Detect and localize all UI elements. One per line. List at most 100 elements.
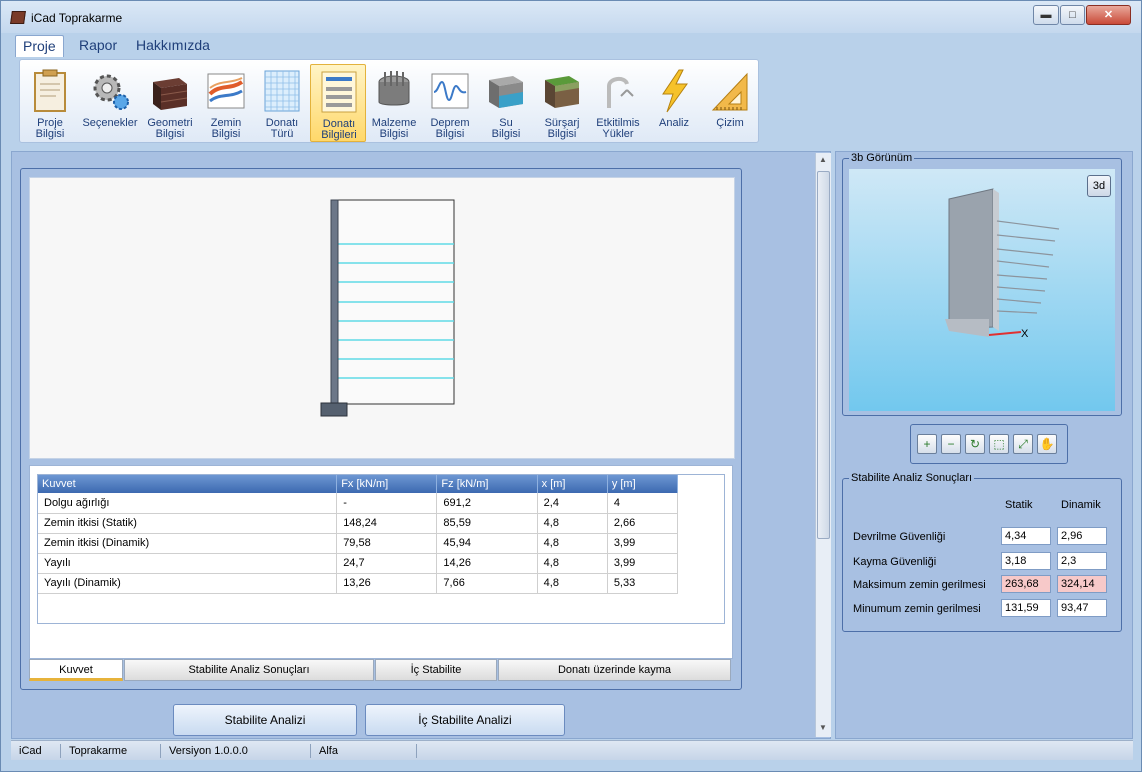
column-header[interactable]: x [m] <box>537 475 608 493</box>
ribbon-cizim-button[interactable]: Çizim <box>702 64 758 142</box>
minimize-button[interactable]: ▬ <box>1033 5 1059 25</box>
gears-icon <box>93 74 129 110</box>
wall-3d-model: X <box>945 188 1060 340</box>
main-vertical-scrollbar[interactable]: ▲ ▼ <box>815 153 831 737</box>
dynamic-header: Dinamik <box>1061 499 1101 511</box>
pan-hand-icon[interactable]: ✋ <box>1037 434 1057 454</box>
ribbon-deprem-bilgisi-button[interactable]: Deprem Bilgisi <box>422 64 478 142</box>
leveling-pad <box>320 402 348 417</box>
table-row[interactable]: Dolgu ağırlığı - 691,2 2,4 4 <box>38 493 679 514</box>
zoom-out-icon[interactable]: − <box>941 434 961 454</box>
column-header[interactable]: Kuvvet <box>38 475 338 493</box>
ribbon-analiz-button[interactable]: Analiz <box>646 64 702 142</box>
menu-proje[interactable]: Proje <box>15 35 64 57</box>
ribbon-label: Yükler <box>602 128 634 140</box>
column-header[interactable]: Fx [kN/m] <box>336 475 438 493</box>
table-cell: - <box>336 493 438 514</box>
tab-ic-stabilite[interactable]: İç Stabilite <box>375 659 497 681</box>
table-cell: 3,99 <box>607 553 679 574</box>
status-version: Versiyon 1.0.0.0 <box>161 744 311 758</box>
ribbon-label: Çizim <box>716 117 744 129</box>
tab-donati-uzerinde-kayma[interactable]: Donatı üzerinde kayma <box>498 659 731 681</box>
title-bar: iCad Toprakarme ▬ □ ✕ <box>1 1 1141 33</box>
table-cell: 85,59 <box>436 513 538 534</box>
clipboard-icon <box>34 69 66 112</box>
ribbon-etkitilmis-yukler-button[interactable]: Etkitilmis Yükler <box>590 64 646 142</box>
grid-strips <box>996 220 1060 314</box>
results-group: Kuvvet Fx [kN/m] Fz [kN/m] x [m] y [m] D… <box>20 168 742 690</box>
ribbon-secenekler-button[interactable]: Seçenekler <box>82 64 138 142</box>
scroll-down-icon[interactable]: ▼ <box>819 723 827 732</box>
view3d-mode-button[interactable]: 3d <box>1087 175 1111 197</box>
ribbon-label: Analiz <box>659 117 689 129</box>
table-cell: 45,94 <box>436 533 538 554</box>
table-row[interactable]: Yayılı (Dinamik) 13,26 7,66 4,8 5,33 <box>38 573 679 594</box>
zoom-in-icon[interactable]: + <box>917 434 937 454</box>
ribbon-donati-bilgileri-button[interactable]: Donatı Bilgileri <box>310 64 366 142</box>
section-drawing[interactable] <box>29 177 735 459</box>
column-header[interactable]: y [m] <box>607 475 679 493</box>
ribbon-sursarj-bilgisi-button[interactable]: Sürşarj Bilgisi <box>534 64 590 142</box>
sliding-static-value: 3,18 <box>1001 552 1051 570</box>
table-cell: 4,8 <box>537 553 608 574</box>
main-panel: Kuvvet Fx [kN/m] Fz [kN/m] x [m] y [m] D… <box>11 151 831 739</box>
tab-kuvvet[interactable]: Kuvvet <box>29 659 123 681</box>
app-window: iCad Toprakarme ▬ □ ✕ Proje Rapor Hakkım… <box>0 0 1142 772</box>
x-axis <box>988 331 1022 336</box>
status-stage: Alfa <box>311 744 417 758</box>
ribbon-su-bilgisi-button[interactable]: Su Bilgisi <box>478 64 534 142</box>
wall-section-svg <box>320 199 455 417</box>
menu-rapor[interactable]: Rapor <box>72 35 124 57</box>
ribbon-label: Bilgisi <box>547 128 577 140</box>
tab-stabilite-analiz-sonuclari[interactable]: Stabilite Analiz Sonuçları <box>124 659 374 681</box>
reinforcement-layers-icon <box>321 71 357 113</box>
table-row[interactable]: Zemin itkisi (Dinamik) 79,58 45,94 4,8 3… <box>38 533 679 554</box>
status-bar: iCad Toprakarme Versiyon 1.0.0.0 Alfa <box>11 740 1133 760</box>
overturning-static-value: 4,34 <box>1001 527 1051 545</box>
table-header-row: Kuvvet Fx [kN/m] Fz [kN/m] x [m] y [m] <box>38 475 679 493</box>
ribbon-label: Bilgisi <box>491 128 521 140</box>
ribbon-donati-turu-button[interactable]: Donatı Türü <box>254 64 310 142</box>
ribbon-zemin-bilgisi-button[interactable]: Zemin Bilgisi <box>198 64 254 142</box>
force-table: Kuvvet Fx [kN/m] Fz [kN/m] x [m] y [m] D… <box>37 474 725 624</box>
min-soil-stress-static-value: 131,59 <box>1001 599 1051 617</box>
ribbon-label: Bilgisi <box>35 128 65 140</box>
ribbon-proje-bilgisi-button[interactable]: Proje Bilgisi <box>22 64 78 142</box>
facing-wall <box>330 199 339 407</box>
zoom-window-icon[interactable]: ⬚ <box>989 434 1009 454</box>
table-cell: Yayılı <box>38 553 338 574</box>
menu-bar: Proje Rapor Hakkımızda <box>11 33 1133 57</box>
ribbon-label: Bilgileri <box>321 129 357 141</box>
table-cell: 79,58 <box>336 533 438 554</box>
ribbon-malzeme-bilgisi-button[interactable]: Malzeme Bilgisi <box>366 64 422 142</box>
scroll-thumb[interactable] <box>817 171 830 539</box>
table-row[interactable]: Yayılı 24,7 14,26 4,8 3,99 <box>38 553 679 574</box>
ribbon-label: Seçenekler <box>82 117 138 129</box>
window-title: iCad Toprakarme <box>31 11 123 25</box>
ribbon-label: Bilgisi <box>155 128 185 140</box>
max-soil-stress-static-value: 263,68 <box>1001 575 1051 593</box>
menu-hakkimizda[interactable]: Hakkımızda <box>129 35 217 57</box>
maximize-button[interactable]: □ <box>1060 5 1085 25</box>
status-module: Toprakarme <box>61 744 161 758</box>
internal-stability-analysis-button[interactable]: İç Stabilite Analizi <box>365 704 565 736</box>
result-tabs: Kuvvet Stabilite Analiz Sonuçları İç Sta… <box>29 659 733 683</box>
table-cell: 13,26 <box>336 573 438 594</box>
rotate-icon[interactable]: ↻ <box>965 434 985 454</box>
stability-results-group: Stabilite Analiz Sonuçları Statik Dinami… <box>842 472 1122 632</box>
max-soil-stress-dynamic-value: 324,14 <box>1057 575 1107 593</box>
table-cell: 3,99 <box>607 533 679 554</box>
close-button[interactable]: ✕ <box>1086 5 1131 25</box>
zoom-extents-icon[interactable]: ⤢ <box>1013 434 1033 454</box>
hook-load-icon <box>607 77 634 108</box>
seismograph-icon <box>431 73 469 109</box>
material-drum-icon <box>378 71 410 106</box>
column-header[interactable]: Fz [kN/m] <box>436 475 538 493</box>
max-soil-stress-label: Maksimum zemin gerilmesi <box>853 579 986 591</box>
table-row[interactable]: Zemin itkisi (Statik) 148,24 85,59 4,8 2… <box>38 513 679 534</box>
min-soil-stress-label: Minumum zemin gerilmesi <box>853 603 981 615</box>
stability-analysis-button[interactable]: Stabilite Analizi <box>173 704 357 736</box>
scroll-up-icon[interactable]: ▲ <box>819 155 827 164</box>
ribbon-geometri-bilgisi-button[interactable]: Geometri Bilgisi <box>142 64 198 142</box>
view3d-canvas[interactable]: X 3d <box>849 169 1115 411</box>
